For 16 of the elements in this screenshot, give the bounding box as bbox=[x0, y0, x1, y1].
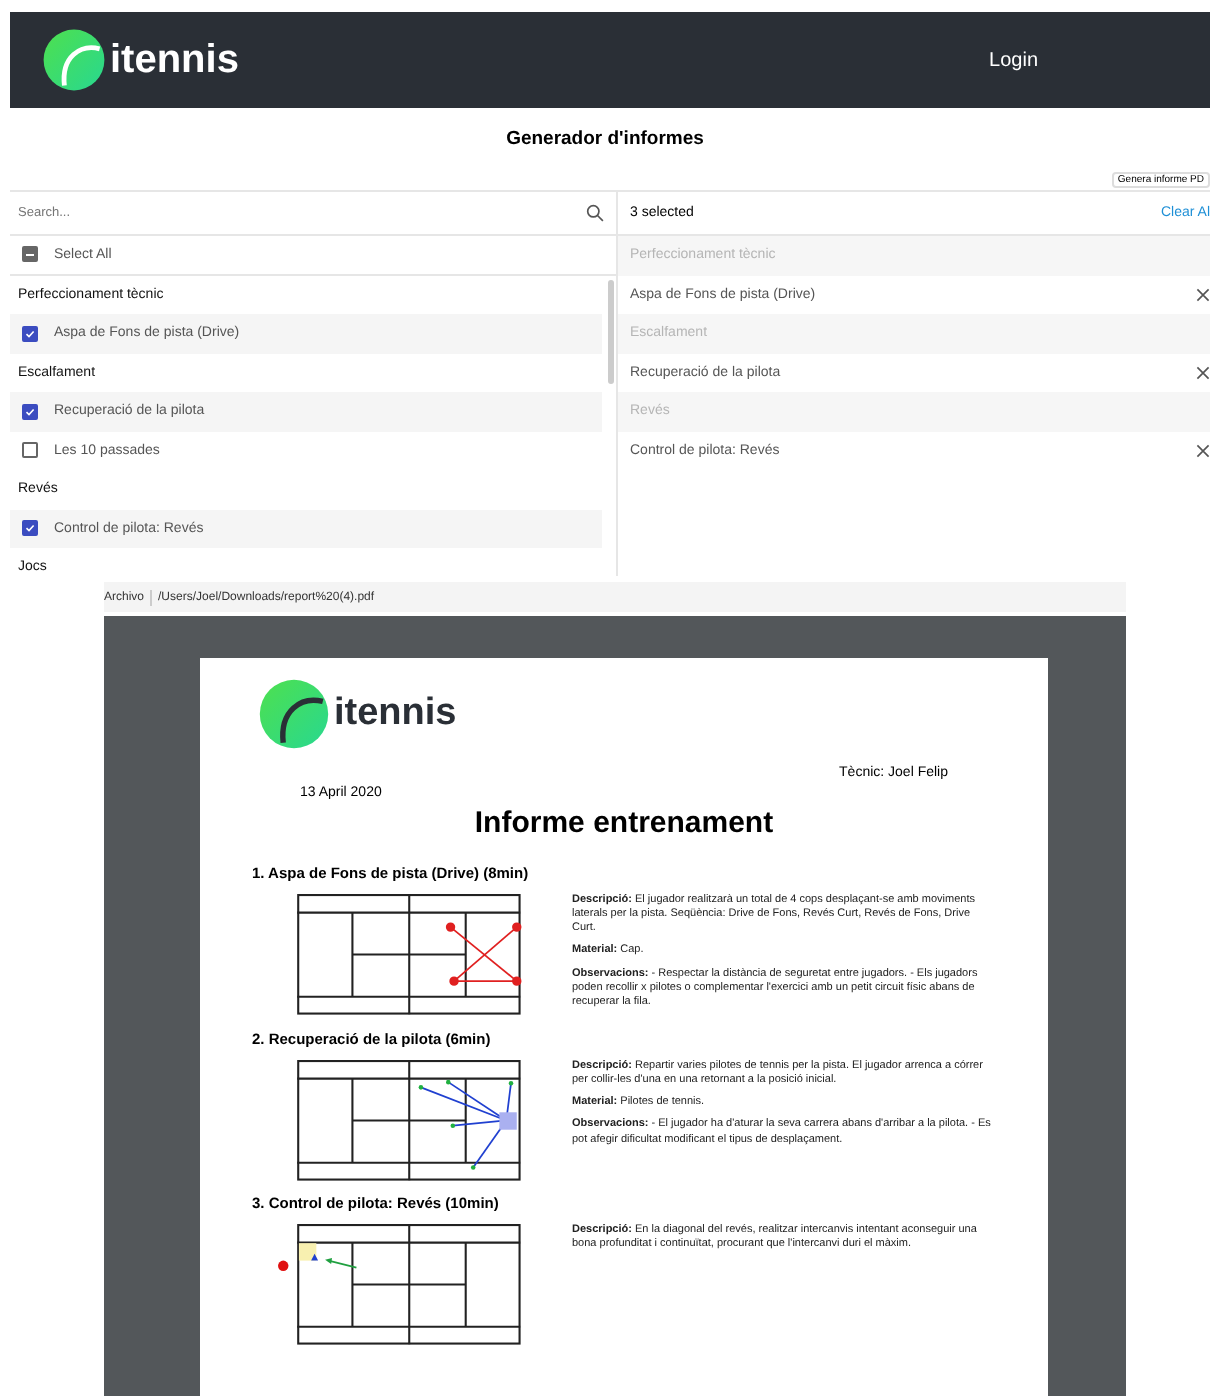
login-link[interactable]: Login bbox=[989, 49, 1038, 71]
logo-icon bbox=[258, 678, 330, 750]
logo-text: itennis bbox=[334, 692, 457, 736]
page-title: Generador d'informes bbox=[504, 126, 706, 154]
close-icon[interactable] bbox=[1196, 365, 1210, 380]
search-icon bbox=[586, 204, 604, 222]
checkbox[interactable] bbox=[22, 325, 38, 342]
logo-icon bbox=[42, 28, 106, 92]
checkbox[interactable] bbox=[22, 520, 38, 537]
close-icon[interactable] bbox=[1196, 287, 1210, 302]
checkbox[interactable] bbox=[22, 403, 38, 420]
select-all-checkbox[interactable] bbox=[22, 246, 38, 263]
logo-text: itennis bbox=[110, 37, 239, 83]
checkbox[interactable] bbox=[22, 442, 38, 459]
close-icon[interactable] bbox=[1196, 443, 1210, 458]
report-title: Informe entrenament bbox=[472, 806, 776, 840]
